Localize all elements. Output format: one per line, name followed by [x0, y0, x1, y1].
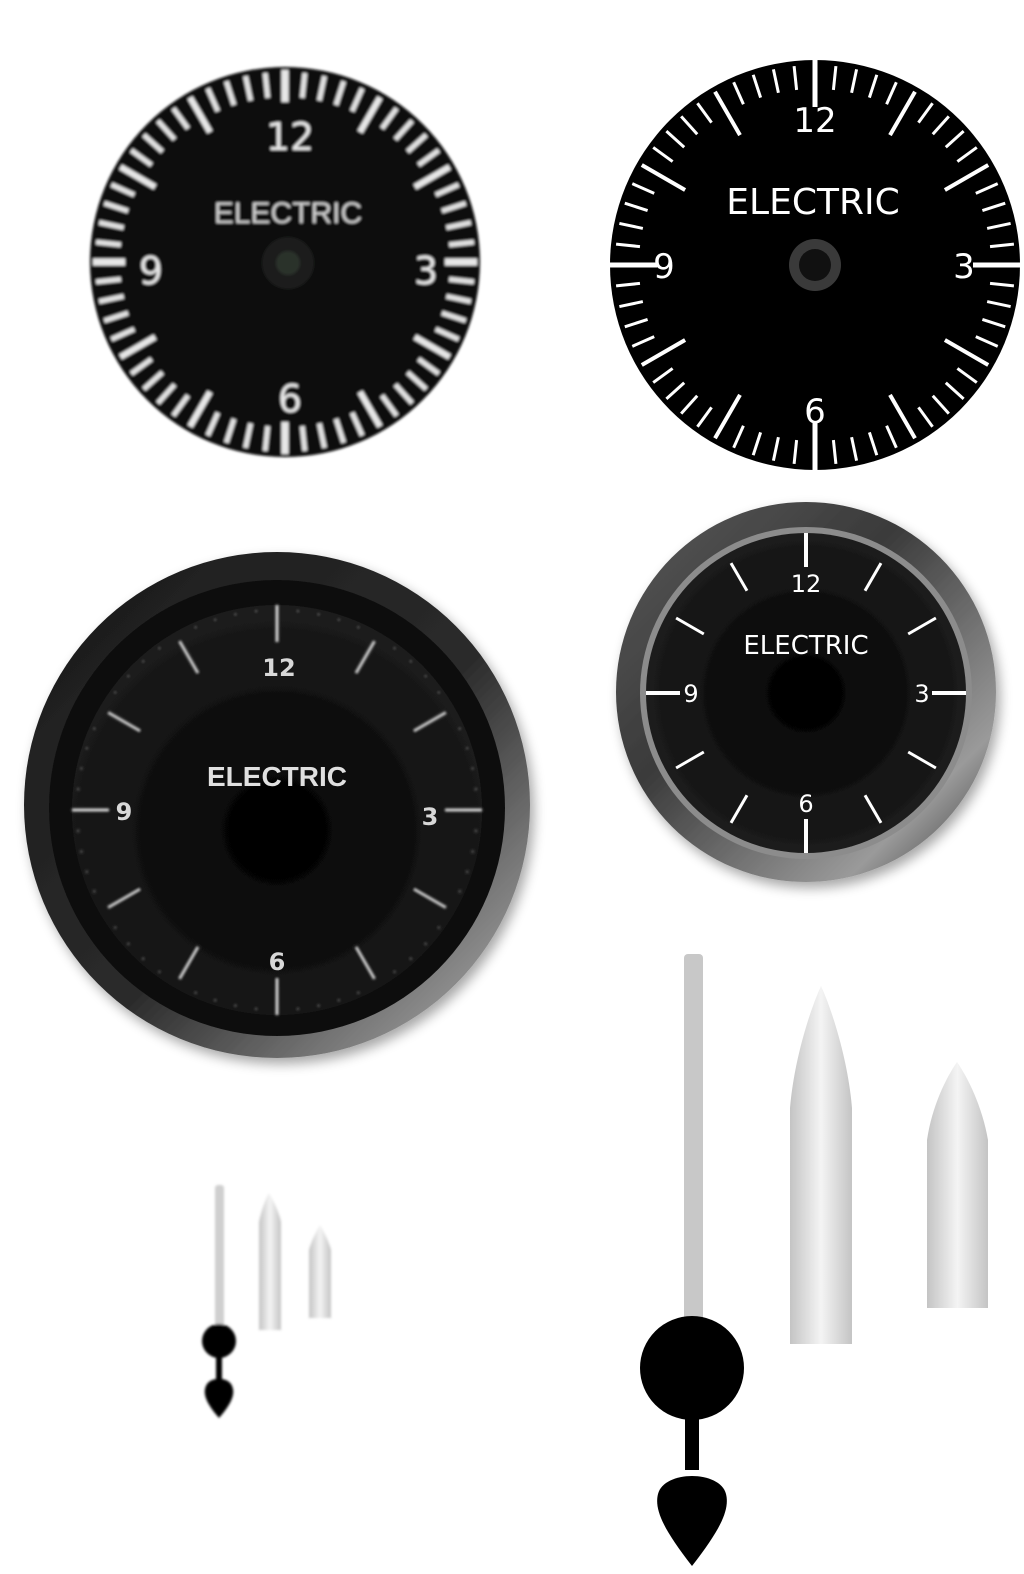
- dot-marker: [80, 767, 83, 770]
- dot-marker: [471, 767, 474, 770]
- counterweight-tip: [657, 1476, 727, 1566]
- minute-tick: [95, 239, 122, 248]
- dot-marker: [214, 999, 217, 1002]
- dot-marker: [409, 660, 412, 663]
- dot-marker: [142, 660, 145, 663]
- minute-tick: [448, 276, 475, 285]
- gauge-label: ELECTRIC: [743, 631, 868, 661]
- dot-marker: [254, 1007, 258, 1011]
- dot-marker: [474, 829, 478, 833]
- dot-marker: [114, 691, 117, 694]
- dot-marker: [296, 609, 300, 613]
- gauge-vector-dense: ELECTRIC 12 3 6 9: [610, 60, 1020, 470]
- dot-marker: [337, 999, 340, 1002]
- numeral-twelve: 12: [793, 101, 836, 141]
- dot-marker: [76, 787, 80, 791]
- minute-tick: [262, 72, 271, 99]
- minute-hand: [259, 1193, 281, 1330]
- hands-large-set: [640, 954, 988, 1566]
- second-hand-hub: [202, 1324, 236, 1358]
- dot-marker: [424, 675, 427, 678]
- dot-marker: [424, 942, 427, 945]
- gauge-label: ELECTRIC: [726, 182, 899, 223]
- gauge-label: ELECTRIC: [214, 197, 362, 230]
- numeral-nine: 9: [683, 680, 698, 708]
- gauge-bezel-raster: ELECTRIC 12 3 6 9: [24, 552, 530, 1058]
- numeral-twelve: 12: [791, 570, 822, 598]
- dot-marker: [234, 1004, 237, 1007]
- dot-marker: [194, 626, 197, 629]
- dot-marker: [458, 727, 461, 730]
- dot-marker: [317, 1004, 320, 1007]
- numeral-three: 3: [422, 803, 439, 831]
- minute-tick: [299, 72, 308, 99]
- numeral-nine: 9: [653, 247, 675, 287]
- dot-marker: [127, 942, 130, 945]
- dot-marker: [76, 829, 80, 833]
- dot-marker: [93, 890, 96, 893]
- second-hand: [684, 954, 703, 1334]
- minute-tick: [95, 276, 122, 285]
- dot-marker: [393, 970, 396, 973]
- numeral-six: 6: [269, 948, 286, 976]
- counterweight-tip: [204, 1378, 234, 1418]
- dot-marker: [437, 926, 440, 929]
- dot-marker: [93, 727, 96, 730]
- gauge-bezel-vector: ELECTRIC 12 3 6 9: [616, 502, 996, 882]
- dot-marker: [214, 618, 217, 621]
- minute-tick: [299, 425, 308, 452]
- minute-tick: [448, 239, 475, 248]
- second-hand-stem: [685, 1410, 699, 1470]
- dot-marker: [254, 609, 258, 613]
- numeral-three: 3: [414, 249, 438, 293]
- second-hand: [215, 1185, 224, 1335]
- dot-marker: [317, 613, 320, 616]
- numeral-six: 6: [278, 377, 302, 421]
- dot-marker: [234, 613, 237, 616]
- dot-marker: [393, 647, 396, 650]
- minute-tick: [262, 425, 271, 452]
- dot-marker: [194, 991, 197, 994]
- dot-marker: [85, 870, 88, 873]
- dot-marker: [80, 850, 83, 853]
- dot-marker: [142, 957, 145, 960]
- second-hand-hub: [640, 1316, 744, 1420]
- dot-marker: [357, 626, 360, 629]
- dot-marker: [357, 991, 360, 994]
- numeral-nine: 9: [139, 249, 163, 293]
- dot-marker: [458, 890, 461, 893]
- numeral-three: 3: [914, 680, 929, 708]
- dot-marker: [337, 618, 340, 621]
- gauge-label: ELECTRIC: [207, 761, 347, 792]
- numeral-three: 3: [953, 247, 975, 287]
- dot-marker: [466, 870, 469, 873]
- numeral-six: 6: [804, 392, 826, 432]
- dot-marker: [85, 747, 88, 750]
- dot-marker: [474, 787, 478, 791]
- dot-marker: [409, 957, 412, 960]
- dot-marker: [158, 647, 161, 650]
- hour-hand: [309, 1225, 331, 1318]
- dot-marker: [158, 970, 161, 973]
- hands-small-set: [202, 1185, 331, 1418]
- dot-marker: [471, 850, 474, 853]
- second-hand-stem: [216, 1355, 222, 1380]
- dot-marker: [296, 1007, 300, 1011]
- minute-hand: [790, 986, 852, 1344]
- numeral-twelve: 12: [262, 654, 295, 682]
- hour-hand: [927, 1062, 988, 1308]
- numeral-six: 6: [798, 790, 813, 818]
- gauge-raster-small: ELECTRIC 12 3 6 9: [90, 67, 480, 457]
- dot-marker: [466, 747, 469, 750]
- dot-marker: [437, 691, 440, 694]
- dot-marker: [114, 926, 117, 929]
- center-knob-inner: [276, 251, 300, 275]
- numeral-nine: 9: [116, 798, 133, 826]
- dot-marker: [127, 675, 130, 678]
- numeral-twelve: 12: [266, 115, 314, 159]
- center-knob-inner: [799, 249, 831, 281]
